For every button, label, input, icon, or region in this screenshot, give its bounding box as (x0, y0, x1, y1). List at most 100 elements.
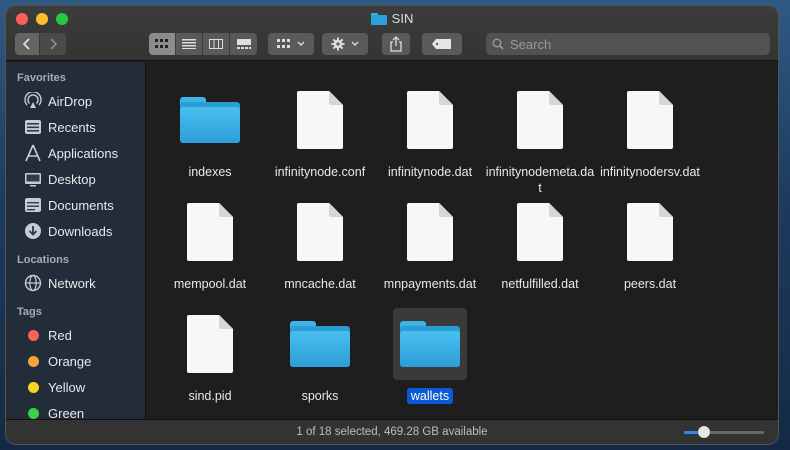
folder-icon (370, 12, 387, 25)
sidebar-item-tag-yellow[interactable]: Yellow (6, 374, 145, 400)
share-button[interactable] (382, 33, 410, 55)
icon-container (173, 84, 247, 156)
sidebar-item-label: Yellow (48, 379, 86, 395)
window-title: SIN (6, 11, 778, 26)
sidebar-header-tags: Tags (17, 306, 42, 318)
icon-container (613, 196, 687, 268)
document-icon (297, 91, 343, 149)
sidebar-item-label: Green (48, 405, 85, 420)
search-icon (492, 38, 504, 50)
search-field[interactable] (486, 33, 770, 55)
icon-view-button[interactable] (149, 33, 176, 55)
file-name: netfulfilled.dat (501, 277, 579, 291)
document-icon (407, 203, 453, 261)
sidebar-item-airdrop[interactable]: AirDrop (6, 88, 145, 114)
icon-container (613, 84, 687, 156)
tag-icon (432, 39, 451, 49)
file-item[interactable]: wallets (375, 308, 485, 404)
finder-window: SIN Search Favorites AirDrop Recents App… (6, 6, 778, 444)
share-icon (390, 36, 402, 52)
sidebar-item-documents[interactable]: Documents (6, 192, 145, 218)
sidebar-item-downloads[interactable]: Downloads (6, 218, 145, 244)
columns-icon (209, 39, 223, 49)
window-title-text: SIN (391, 11, 414, 26)
file-name: peers.dat (623, 277, 677, 291)
group-by-button[interactable] (268, 33, 314, 55)
file-item[interactable]: mempool.dat (155, 196, 265, 292)
file-name: wallets (375, 388, 485, 404)
sidebar-item-label: Orange (48, 353, 92, 369)
chevron-left-icon (22, 38, 30, 50)
status-bar: 1 of 18 selected, 469.28 GB available (6, 419, 778, 444)
sidebar-header-locations: Locations (17, 254, 69, 266)
applications-icon (24, 144, 42, 162)
file-item[interactable]: peers.dat (595, 196, 705, 292)
icon-container (283, 84, 357, 156)
sidebar-item-label: Network (48, 275, 96, 291)
file-item[interactable]: sporks (265, 308, 375, 404)
file-item[interactable]: netfulfilled.dat (485, 196, 595, 292)
gallery-icon (236, 39, 251, 49)
toolbar: SIN (6, 6, 778, 61)
sidebar-item-recents[interactable]: Recents (6, 114, 145, 140)
folder-icon (290, 321, 350, 367)
status-text: 1 of 18 selected, 469.28 GB available (296, 426, 488, 438)
icon-container (503, 196, 577, 268)
list-view-button[interactable] (176, 33, 203, 55)
action-button[interactable] (322, 33, 368, 55)
file-name: infinitynodersv.dat (600, 165, 700, 179)
file-item[interactable]: mnpayments.dat (375, 196, 485, 292)
sidebar-item-tag-green[interactable]: Green (6, 400, 145, 419)
chevron-down-icon (351, 41, 359, 46)
sidebar-item-network[interactable]: Network (6, 270, 145, 296)
sidebar-item-applications[interactable]: Applications (6, 140, 145, 166)
sidebar: Favorites AirDrop Recents Applications D… (6, 62, 146, 419)
sidebar-item-label: Applications (48, 145, 119, 161)
file-item[interactable]: indexes (155, 84, 265, 180)
file-item[interactable]: infinitynodersv.dat (595, 84, 705, 180)
icon-container (503, 84, 577, 156)
file-item[interactable]: infinitynode.conf (265, 84, 375, 180)
document-icon (24, 196, 42, 214)
sidebar-item-label: Red (48, 327, 72, 343)
airdrop-icon (24, 92, 42, 110)
folder-icon (180, 97, 240, 143)
document-icon (627, 203, 673, 261)
view-mode-group (149, 33, 257, 55)
red-tag-dot-icon (28, 329, 39, 341)
slider-knob[interactable] (698, 426, 710, 438)
file-name: infinitynodemeta.dat (485, 165, 595, 195)
clock-icon (24, 118, 42, 136)
icon-container (393, 84, 467, 156)
file-item[interactable]: infinitynodemeta.dat (485, 84, 595, 196)
forward-button[interactable] (40, 33, 66, 55)
file-item[interactable]: infinitynode.dat (375, 84, 485, 180)
search-input[interactable] (510, 36, 750, 52)
gallery-view-button[interactable] (230, 33, 257, 55)
file-name: infinitynode.conf (274, 165, 366, 179)
file-name: sporks (301, 389, 339, 403)
green-tag-dot-icon (28, 407, 39, 419)
desktop-icon (24, 170, 42, 188)
document-icon (187, 203, 233, 261)
sidebar-item-tag-red[interactable]: Red (6, 322, 145, 348)
file-item[interactable]: sind.pid (155, 308, 265, 404)
chevron-down-icon (297, 41, 305, 46)
file-name: sind.pid (188, 389, 232, 403)
file-name: mnpayments.dat (383, 277, 477, 291)
icon-size-slider[interactable] (684, 426, 764, 438)
document-icon (297, 203, 343, 261)
tag-button[interactable] (422, 33, 462, 55)
back-button[interactable] (15, 33, 39, 55)
grid-icon (277, 39, 290, 48)
yellow-tag-dot-icon (28, 381, 39, 393)
file-item[interactable]: mncache.dat (265, 196, 375, 292)
sidebar-header-favorites: Favorites (17, 72, 66, 84)
sidebar-item-tag-orange[interactable]: Orange (6, 348, 145, 374)
file-grid: indexes infinitynode.conf infinitynode.d… (147, 62, 778, 419)
icon-container (283, 196, 357, 268)
file-name: mncache.dat (284, 277, 356, 291)
sidebar-item-desktop[interactable]: Desktop (6, 166, 145, 192)
icon-container (393, 196, 467, 268)
column-view-button[interactable] (203, 33, 230, 55)
